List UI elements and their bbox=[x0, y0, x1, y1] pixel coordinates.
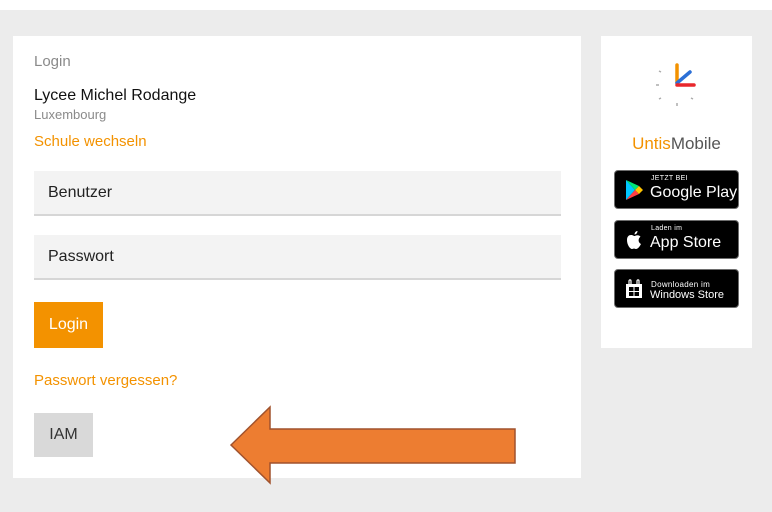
school-name: Lycee Michel Rodange bbox=[34, 87, 197, 104]
windows-store-badge[interactable]: Downloaden im Windows Store bbox=[614, 269, 739, 308]
windows-store-icon bbox=[626, 279, 642, 298]
app-store-big-text: App Store bbox=[650, 234, 722, 251]
untis-mobile-brand: UntisMobile bbox=[601, 134, 752, 154]
change-school-link[interactable]: Schule wechseln bbox=[34, 133, 147, 150]
brand-mobile-text: Mobile bbox=[670, 134, 721, 153]
username-input[interactable] bbox=[34, 171, 561, 216]
login-button[interactable]: Login bbox=[34, 302, 103, 348]
google-play-small-text: JETZT BEI bbox=[651, 175, 688, 182]
school-city: Luxembourg bbox=[34, 107, 107, 122]
apple-icon bbox=[627, 231, 641, 249]
app-store-badge[interactable]: Laden im App Store bbox=[614, 220, 739, 259]
iam-button[interactable]: IAM bbox=[34, 413, 93, 457]
pointer-arrow-icon bbox=[229, 405, 516, 485]
brand-untis-text: Untis bbox=[632, 134, 671, 153]
app-store-small-text: Laden im bbox=[651, 225, 683, 232]
google-play-icon bbox=[626, 180, 643, 200]
windows-store-big-text: Windows Store bbox=[650, 289, 724, 301]
windows-store-small-text: Downloaden im bbox=[651, 280, 711, 289]
login-heading: Login bbox=[34, 53, 71, 70]
untis-logo-icon bbox=[656, 63, 696, 106]
google-play-badge[interactable]: JETZT BEI Google Play bbox=[614, 170, 739, 209]
google-play-big-text: Google Play bbox=[650, 184, 738, 201]
app-promo-card: UntisMobile JETZT BEI Google Play Laden … bbox=[601, 36, 752, 348]
forgot-password-link[interactable]: Passwort vergessen? bbox=[34, 372, 177, 389]
password-input[interactable] bbox=[34, 235, 561, 280]
